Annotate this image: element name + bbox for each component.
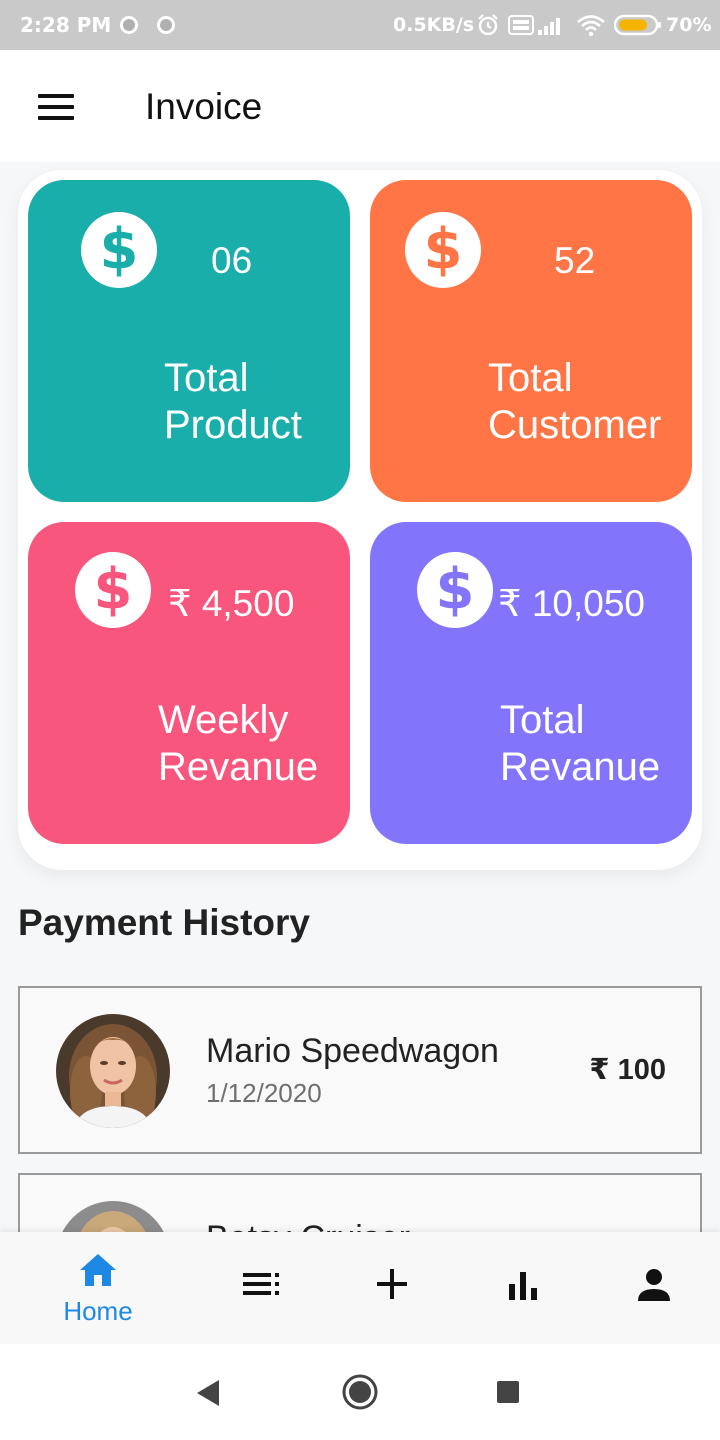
page-title: Invoice <box>145 86 263 127</box>
main-content: $ 06 Total Product $ 52 Total Customer $… <box>0 162 720 1232</box>
bottom-navigation: Home <box>0 1232 720 1344</box>
payment-date: 1/12/2020 <box>206 1078 322 1108</box>
dollar-circle-icon: $ <box>81 212 157 288</box>
card-value: ₹ 10,050 <box>498 583 645 624</box>
back-icon[interactable] <box>195 1378 221 1408</box>
bar-chart-icon <box>509 1272 537 1300</box>
list-icon <box>243 1273 279 1295</box>
add-icon <box>377 1269 407 1299</box>
card-weekly-revenue[interactable]: $ ₹ 4,500 Weekly Revanue <box>28 522 350 844</box>
battery-percent: 70% <box>666 14 712 36</box>
card-label-line2: Revanue <box>158 745 319 789</box>
home-button-icon[interactable] <box>340 1372 380 1412</box>
app-bar: Invoice <box>0 50 720 162</box>
card-label-line2: Product <box>164 403 302 447</box>
dollar-circle-icon: $ <box>75 552 151 628</box>
card-total-revenue[interactable]: $ ₹ 10,050 Total Revanue <box>370 522 692 844</box>
person-icon <box>638 1269 670 1301</box>
nav-profile[interactable] <box>622 1232 686 1344</box>
dollar-circle-icon: $ <box>405 212 481 288</box>
card-label-line1: Total <box>500 698 585 742</box>
network-speed: 0.5KB/s <box>393 14 475 36</box>
alarm-icon <box>478 14 498 36</box>
status-bar: 2:28 PM 0.5KB/s 70% <box>0 0 720 50</box>
home-icon <box>80 1254 116 1286</box>
card-value: 06 <box>211 240 253 281</box>
recents-icon[interactable] <box>496 1380 522 1406</box>
system-navigation-bar <box>0 1344 720 1440</box>
card-label-line1: Total <box>488 356 573 400</box>
status-time: 2:28 PM <box>20 13 112 37</box>
notification-dot-icon <box>157 16 175 34</box>
card-value: ₹ 4,500 <box>168 583 295 624</box>
stats-grid: $ 06 Total Product $ 52 Total Customer $… <box>18 170 702 870</box>
dollar-circle-icon: $ <box>417 552 493 628</box>
nav-home[interactable]: Home <box>48 1232 148 1344</box>
payment-list-item[interactable]: Betsy Cruiser <box>18 1173 702 1232</box>
avatar <box>56 1014 170 1128</box>
nav-reports[interactable] <box>492 1232 556 1344</box>
payment-name: Mario Speedwagon <box>206 1032 499 1070</box>
wifi-icon <box>577 15 605 37</box>
payment-amount: ₹ 100 <box>589 1054 666 1086</box>
card-label-line1: Total <box>164 356 249 400</box>
card-label-line2: Revanue <box>500 745 661 789</box>
signal-icon <box>538 18 560 35</box>
card-total-product[interactable]: $ 06 Total Product <box>28 180 350 502</box>
avatar <box>56 1201 170 1232</box>
payment-list-item[interactable]: Mario Speedwagon 1/12/2020 ₹ 100 <box>18 986 702 1154</box>
payment-name: Betsy Cruiser <box>206 1219 410 1232</box>
card-value: 52 <box>554 240 596 281</box>
battery-icon <box>614 14 661 36</box>
card-label-line2: Customer <box>488 403 662 447</box>
card-label-line1: Weekly <box>158 698 289 742</box>
nav-add[interactable] <box>360 1232 424 1344</box>
nav-list[interactable] <box>230 1232 294 1344</box>
section-title-payment-history: Payment History <box>18 902 310 943</box>
notification-dot-icon <box>120 16 138 34</box>
volte-icon <box>508 15 534 35</box>
card-total-customer[interactable]: $ 52 Total Customer <box>370 180 692 502</box>
menu-icon[interactable] <box>36 94 76 122</box>
nav-home-label: Home <box>63 1296 133 1326</box>
